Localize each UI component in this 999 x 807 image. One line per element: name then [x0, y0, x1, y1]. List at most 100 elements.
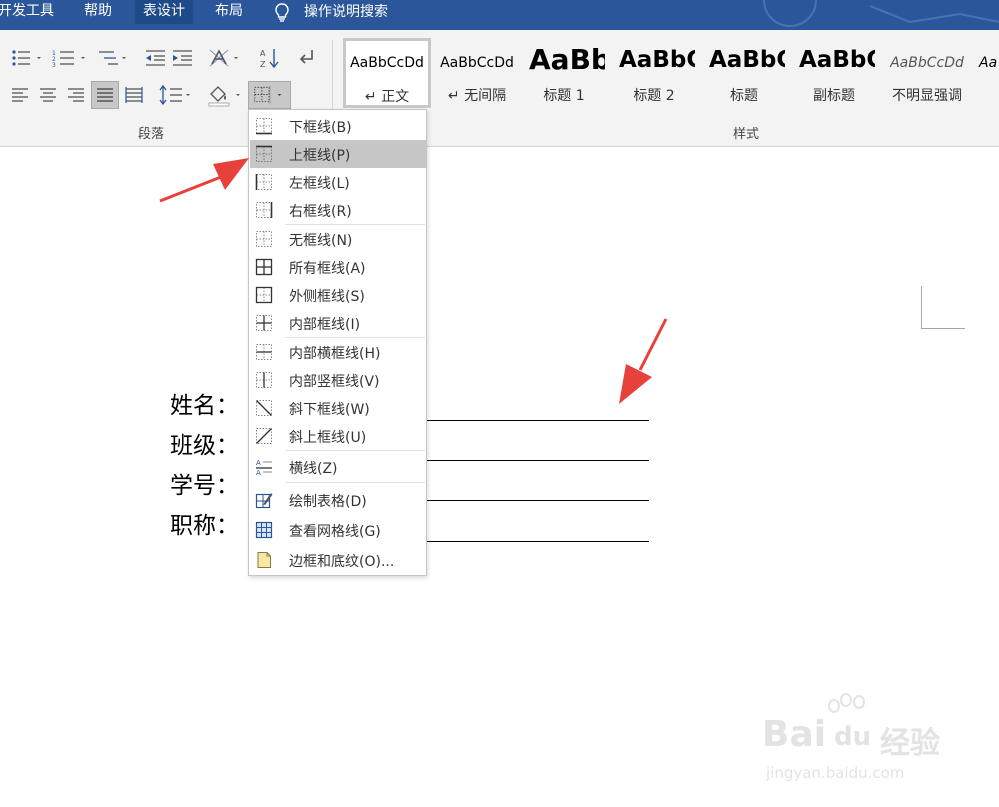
field-label-title: 职称：: [170, 513, 239, 539]
style-sample: AaBbCcDd: [350, 55, 424, 71]
menu-item-diagonal-up-border[interactable]: 斜上框线(U): [250, 422, 426, 450]
red-arrow-to-menu-icon: [159, 158, 249, 203]
svg-text:Z: Z: [260, 60, 266, 69]
style-title[interactable]: AaBbC 标题: [703, 38, 785, 108]
menu-item-left-border[interactable]: 左框线(L): [250, 168, 426, 196]
tell-me-label: 操作说明搜索: [304, 4, 388, 20]
decrease-indent-icon: [146, 50, 165, 66]
menu-item-top-border[interactable]: 上框线(P): [250, 140, 426, 168]
menu-item-view-gridlines[interactable]: 查看网格线(G): [250, 516, 426, 544]
svg-text:A: A: [260, 49, 266, 58]
styles-gallery: AaBbCcDd ↵ 正文 AaBbCcDd ↵ 无间隔 AaBb 标题 1 A…: [343, 38, 999, 108]
style-normal[interactable]: AaBbCcDd ↵ 正文: [343, 38, 431, 108]
ribbon: 1 2 3 A Z 段落 AaBbCcDd ↵ 正文 AaBbCcDd ↵ 无间…: [0, 30, 999, 147]
tab-layout[interactable]: 布局: [215, 0, 243, 24]
align-right-button[interactable]: [64, 82, 88, 108]
multilevel-list-button[interactable]: [96, 46, 132, 70]
numbering-button[interactable]: 1 2 3: [50, 46, 92, 70]
justify-button[interactable]: [91, 81, 119, 109]
menu-item-bottom-border[interactable]: 下框线(B): [250, 112, 426, 140]
shading-button[interactable]: [205, 82, 245, 108]
paragraph-group-label: 段落: [138, 127, 165, 142]
align-center-button[interactable]: [36, 82, 60, 108]
watermark-brand: Bai: [762, 714, 827, 755]
style-sample: AaBbC: [709, 47, 785, 73]
increase-indent-button[interactable]: [170, 46, 196, 70]
style-subtitle[interactable]: AaBbC 副标题: [793, 38, 875, 108]
bottom-border-icon: [256, 118, 272, 135]
lightbulb-icon: [275, 3, 289, 22]
menu-item-label: 绘制表格(D): [289, 494, 367, 510]
menu-item-inside-borders[interactable]: 内部框线(I): [250, 309, 426, 337]
inside-vertical-border-icon: [256, 372, 272, 388]
align-right-icon: [68, 88, 84, 102]
distributed-icon: [125, 87, 143, 103]
borders-dropdown-button[interactable]: [248, 81, 291, 109]
tab-developer[interactable]: 开发工具: [0, 0, 54, 24]
menu-item-all-borders[interactable]: 所有框线(A): [250, 253, 426, 281]
borders-menu: 下框线(B) 上框线(P) 左框线(L) 右框线(R) 无框线(N) 所有框线(…: [248, 109, 427, 576]
menu-item-label: 外侧框线(S): [289, 289, 365, 305]
ribbon-tab-bar: 开发工具 帮助 表设计 布局 操作说明搜索: [0, 0, 999, 30]
paw-icon: [828, 693, 865, 713]
bullets-icon: [12, 50, 41, 66]
style-emphasis[interactable]: Aa: [975, 38, 999, 108]
svg-text:3: 3: [52, 62, 56, 69]
menu-item-no-border[interactable]: 无框线(N): [250, 225, 426, 253]
tab-table-design[interactable]: 表设计: [135, 0, 193, 24]
title-bar-decoration: [763, 0, 999, 27]
no-border-icon: [256, 231, 272, 247]
align-left-button[interactable]: [8, 82, 32, 108]
draw-table-icon: [255, 493, 273, 509]
menu-item-label: 内部竖框线(V): [289, 374, 380, 390]
diagonal-down-border-icon: [256, 400, 272, 416]
menu-item-label: 查看网格线(G): [289, 524, 381, 540]
menu-item-label: 右框线(R): [289, 204, 352, 220]
menu-item-inside-horizontal-border[interactable]: 内部横框线(H): [250, 338, 426, 366]
margin-corner-mark: [921, 286, 965, 329]
watermark-url: jingyan.baidu.com: [766, 764, 905, 782]
sort-button[interactable]: A Z: [257, 46, 283, 70]
menu-separator: [285, 482, 425, 483]
decrease-indent-button[interactable]: [143, 46, 169, 70]
watermark-product: 经验: [880, 726, 940, 761]
asian-layout-button[interactable]: [208, 46, 244, 70]
menu-item-label: 上框线(P): [289, 148, 351, 164]
style-sample: AaBbC: [619, 47, 695, 73]
top-border-icon: [256, 145, 272, 162]
tab-help[interactable]: 帮助: [84, 0, 112, 24]
menu-item-label: 横线(Z): [289, 461, 338, 477]
line-spacing-button[interactable]: [157, 82, 195, 108]
style-subtle-emphasis[interactable]: AaBbCcDd 不明显强调: [883, 38, 971, 108]
increase-indent-icon: [173, 50, 192, 66]
menu-item-draw-table[interactable]: 绘制表格(D): [250, 486, 426, 514]
style-heading-2[interactable]: AaBbC 标题 2: [613, 38, 695, 108]
styles-group-label: 样式: [733, 127, 760, 142]
inside-horizontal-border-icon: [256, 344, 272, 360]
align-center-icon: [40, 88, 56, 102]
menu-item-label: 内部横框线(H): [289, 346, 381, 362]
menu-item-outside-borders[interactable]: 外侧框线(S): [250, 281, 426, 309]
menu-item-horizontal-line[interactable]: A A 横线(Z): [250, 453, 426, 481]
style-name: ↵ 正文: [364, 89, 410, 105]
style-name: 不明显强调: [892, 88, 962, 104]
menu-item-inside-vertical-border[interactable]: 内部竖框线(V): [250, 366, 426, 394]
menu-separator: [285, 450, 425, 451]
field-label-name: 姓名：: [170, 393, 239, 419]
style-no-spacing[interactable]: AaBbCcDd ↵ 无间隔: [433, 38, 521, 108]
style-name: ↵ 无间隔: [447, 88, 507, 104]
bullets-button[interactable]: [8, 46, 48, 70]
menu-item-right-border[interactable]: 右框线(R): [250, 196, 426, 224]
menu-item-borders-and-shading[interactable]: 边框和底纹(O)...: [250, 546, 426, 574]
menu-item-label: 无框线(N): [289, 233, 353, 249]
paragraph-mark-icon: [299, 50, 313, 64]
style-heading-1[interactable]: AaBb 标题 1: [523, 38, 605, 108]
watermark-brand-du: du: [834, 722, 872, 752]
show-marks-button[interactable]: [294, 46, 320, 70]
menu-item-label: 内部框线(I): [289, 317, 361, 333]
distributed-button[interactable]: [122, 82, 146, 108]
menu-item-diagonal-down-border[interactable]: 斜下框线(W): [250, 394, 426, 422]
sort-icon: A Z: [260, 49, 279, 69]
red-arrow-to-document-icon: [619, 318, 668, 404]
style-sample: AaBbC: [799, 47, 875, 73]
